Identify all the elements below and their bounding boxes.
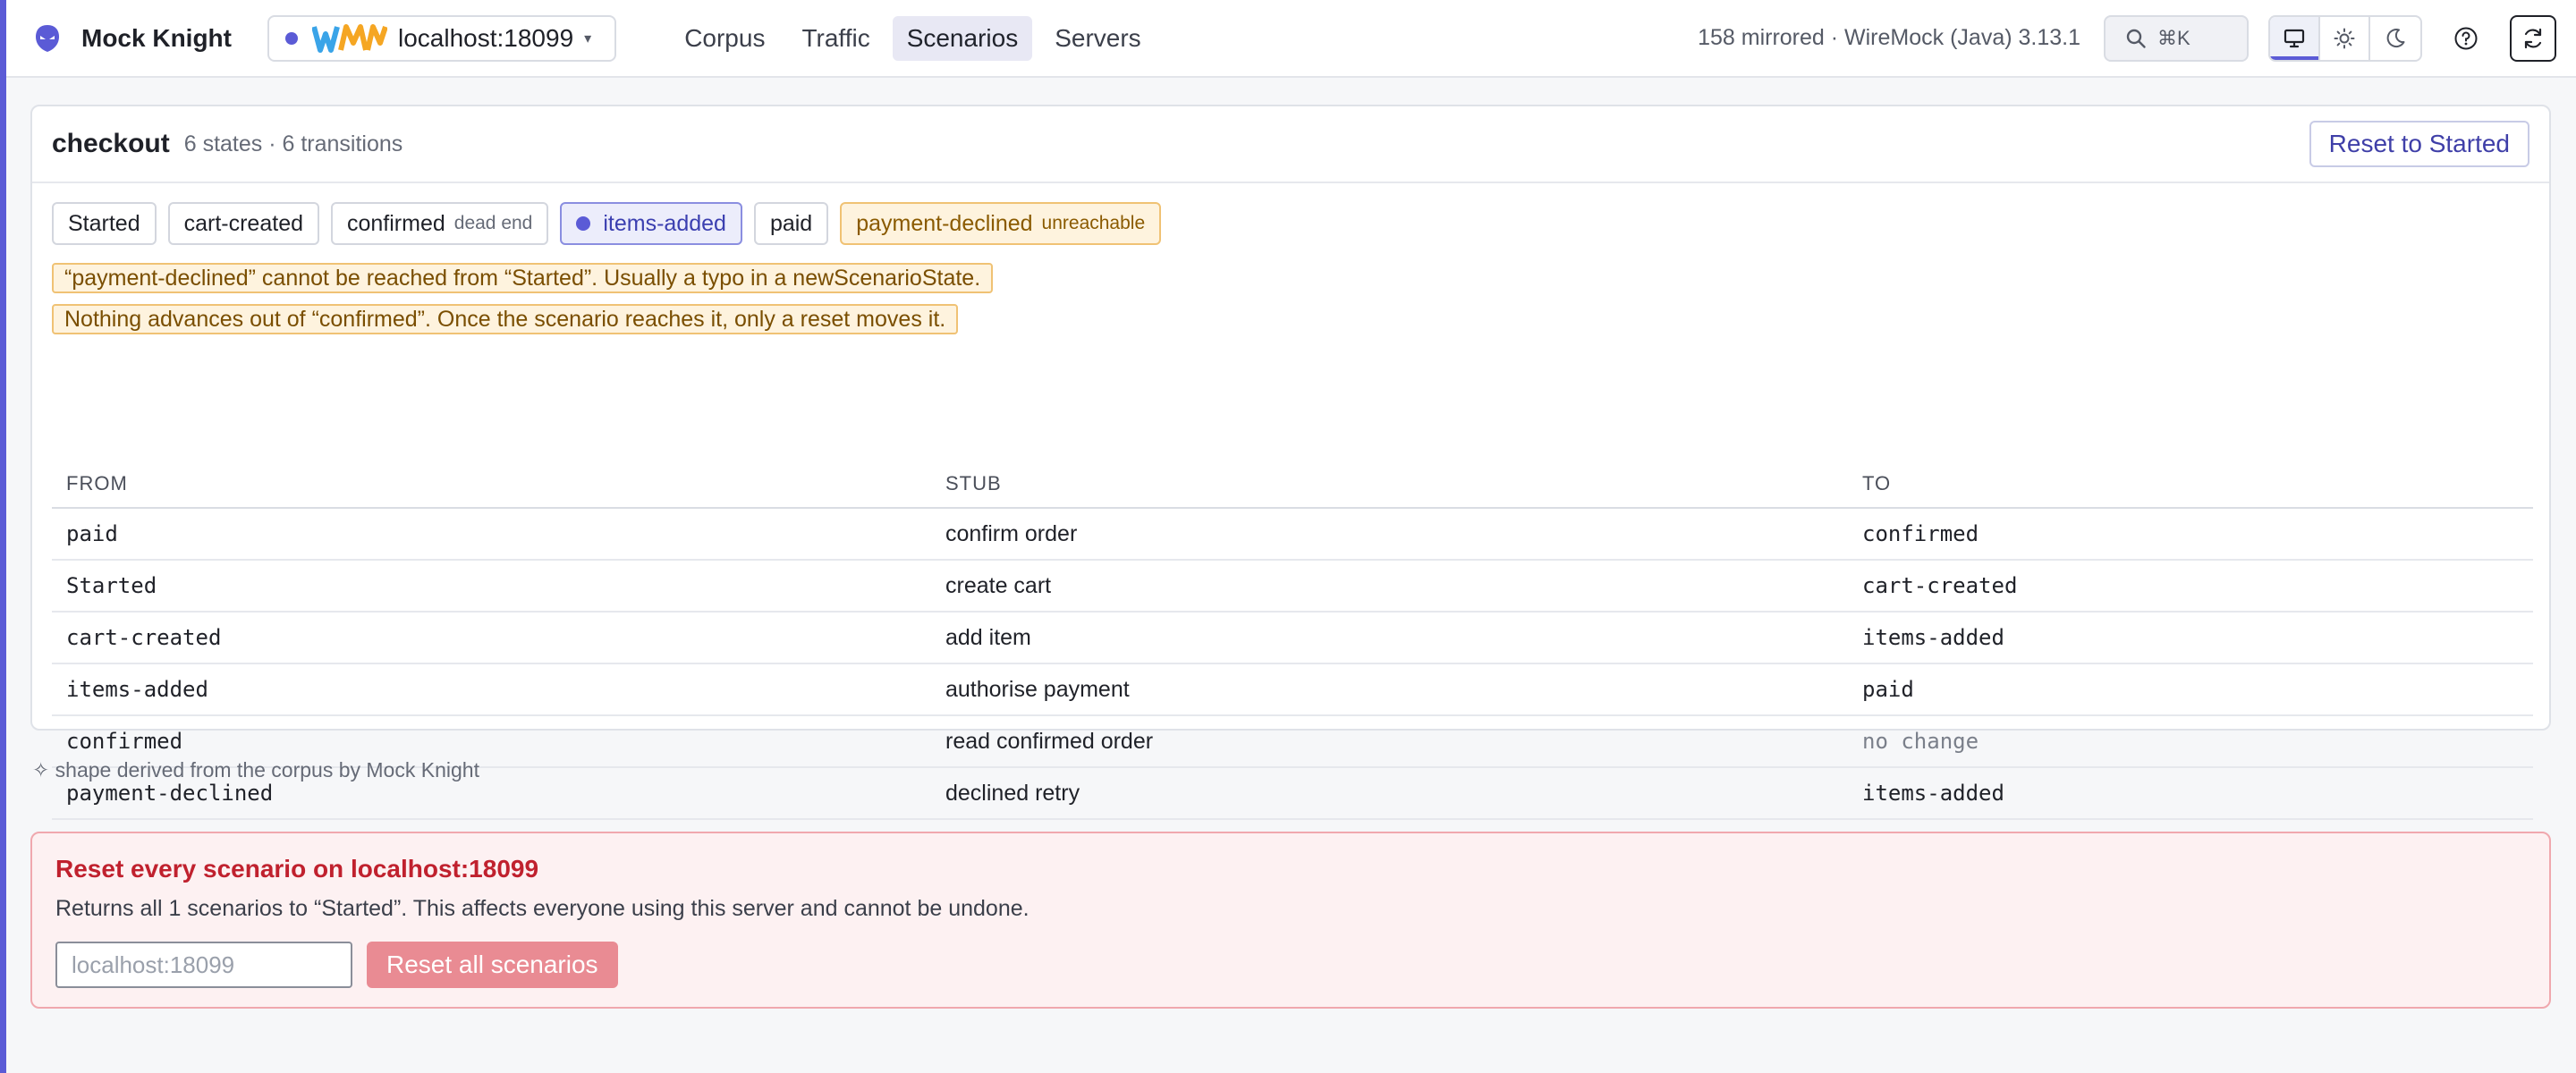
state-chip-confirmed[interactable]: confirmed dead end (331, 202, 549, 245)
state-chip-items-added[interactable]: items-added (560, 202, 742, 245)
column-header-from: FROM (66, 472, 128, 494)
state-chips: Started cart-created confirmed dead end … (32, 183, 2549, 245)
danger-title: Reset every scenario on localhost:18099 (55, 855, 539, 883)
danger-actions: Reset all scenarios (55, 942, 2549, 988)
current-state-dot (576, 216, 591, 231)
scenario-header: checkout 6 states · 6 transitions Reset … (32, 106, 2549, 183)
unreachable-note: unreachable (1041, 213, 1146, 233)
to-state: paid (1862, 677, 1914, 702)
table-row[interactable]: items-added authorise payment paid (52, 664, 2533, 716)
theme-system-button[interactable] (2270, 16, 2320, 60)
monitor-icon (2284, 29, 2305, 47)
to-state: cart-created (1862, 573, 2018, 598)
state-label: payment-declined (856, 210, 1033, 236)
from-state: cart-created (66, 625, 222, 650)
column-header-to: TO (1862, 472, 1892, 494)
nav-traffic[interactable]: Traffic (787, 16, 884, 61)
danger-description: Returns all 1 scenarios to “Started”. Th… (55, 896, 1030, 921)
state-label: paid (769, 210, 813, 236)
table-row[interactable]: Started create cart cart-created (52, 561, 2533, 613)
to-state: items-added (1862, 625, 2004, 650)
to-state: confirmed (1862, 521, 1979, 546)
state-chip-started[interactable]: Started (52, 202, 157, 245)
table-row[interactable]: cart-created add item items-added (52, 613, 2533, 664)
chevron-down-icon: ▾ (584, 30, 592, 46)
derived-note: ✧ shape derived from the corpus by Mock … (32, 758, 479, 782)
warning-unreachable: “payment-declined” cannot be reached fro… (52, 263, 994, 293)
scenario-counts: 6 states · 6 transitions (183, 131, 403, 156)
stub-name[interactable]: declined retry (931, 781, 1848, 807)
to-state-no-change: no change (1862, 729, 1979, 754)
search-icon (2126, 29, 2146, 48)
help-icon[interactable] (2453, 25, 2479, 52)
column-header-stub: STUB (945, 472, 1002, 494)
server-picker[interactable]: localhost:18099 ▾ (267, 14, 617, 62)
stub-name[interactable]: authorise payment (931, 677, 1848, 703)
state-chip-paid[interactable]: paid (753, 202, 829, 245)
brand[interactable]: Mock Knight (31, 22, 232, 55)
header-tools: 158 mirrored · WireMock (Java) 3.13.1 ⌘K (1698, 14, 2556, 62)
main-nav: Corpus Traffic Scenarios Servers (670, 15, 1163, 61)
search-button[interactable]: ⌘K (2104, 14, 2249, 62)
state-label: Started (68, 210, 140, 236)
to-state: items-added (1862, 781, 2004, 806)
scenario-card: checkout 6 states · 6 transitions Reset … (30, 105, 2551, 820)
from-state: Started (66, 573, 157, 598)
app-name: Mock Knight (81, 23, 232, 52)
refresh-button[interactable] (2510, 14, 2556, 62)
warning-dead-end: Nothing advances out of “confirmed”. Onc… (52, 304, 959, 334)
from-state: paid (66, 521, 118, 546)
server-name: localhost:18099 (398, 23, 574, 52)
from-state: payment-declined (66, 781, 274, 806)
sun-icon (2334, 28, 2355, 48)
nav-corpus[interactable]: Corpus (670, 16, 779, 61)
state-label: items-added (603, 210, 726, 236)
nav-servers[interactable]: Servers (1040, 16, 1155, 61)
scenario-name: checkout (52, 129, 170, 158)
theme-light-button[interactable] (2320, 16, 2370, 60)
state-label: confirmed (347, 210, 445, 236)
theme-switcher (2268, 14, 2422, 62)
server-meta: 158 mirrored · WireMock (Java) 3.13.1 (1698, 25, 2080, 50)
state-label: cart-created (183, 210, 303, 236)
state-chip-cart-created[interactable]: cart-created (167, 202, 319, 245)
knight-helmet-icon (36, 24, 59, 52)
wiremock-logo (312, 23, 387, 53)
from-state: items-added (66, 677, 208, 702)
reset-all-scenarios-button[interactable]: Reset all scenarios (367, 942, 618, 988)
accent-rail (0, 0, 6, 1073)
stub-name[interactable]: add item (931, 625, 1848, 651)
theme-dark-button[interactable] (2370, 17, 2420, 60)
state-chip-payment-declined[interactable]: payment-declined unreachable (840, 202, 1162, 245)
stub-name[interactable]: confirm order (931, 521, 1848, 547)
moon-icon (2386, 28, 2405, 47)
dead-end-note: dead end (453, 213, 533, 233)
nav-scenarios[interactable]: Scenarios (892, 15, 1033, 61)
stub-name[interactable]: read confirmed order (931, 729, 1848, 755)
from-state: confirmed (66, 729, 183, 754)
table-row[interactable]: paid confirm order confirmed (52, 509, 2533, 561)
server-status-dot (285, 31, 298, 45)
table-header: FROM STUB TO (52, 457, 2533, 509)
scenario-warnings: “payment-declined” cannot be reached fro… (32, 245, 2549, 345)
confirm-server-input[interactable] (55, 942, 352, 988)
danger-zone: Reset every scenario on localhost:18099 … (30, 832, 2551, 1009)
stub-name[interactable]: create cart (931, 573, 1848, 599)
top-bar: Mock Knight localhost:18099 ▾ Corpus Tra… (6, 0, 2576, 78)
search-shortcut: ⌘K (2157, 26, 2190, 49)
refresh-icon (2524, 28, 2542, 48)
reset-to-started-button[interactable]: Reset to Started (2309, 121, 2529, 167)
